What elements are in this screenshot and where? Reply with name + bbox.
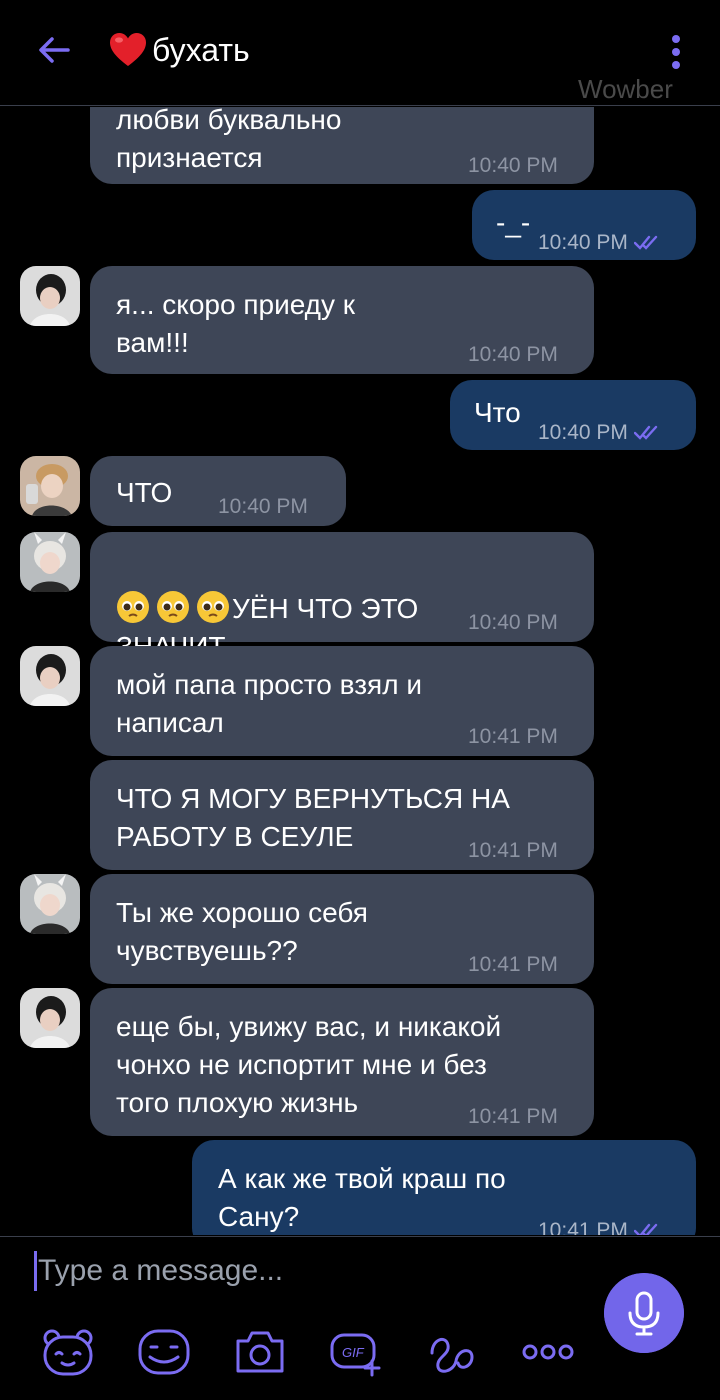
more-vertical-icon[interactable] xyxy=(666,34,686,70)
message-time: 10:40 PM xyxy=(538,414,664,452)
gif-icon[interactable]: GIF xyxy=(328,1327,384,1377)
chat-title[interactable]: бухать xyxy=(108,30,250,70)
message-text: любви буквально признается xyxy=(116,107,342,173)
message-time-text: 10:40 PM xyxy=(538,231,628,254)
message-text: мой папа просто взял и написал xyxy=(116,669,422,738)
watermark: Wowber xyxy=(578,74,673,104)
chat-header: бухать Wowber xyxy=(0,0,720,106)
sticker-bear-icon[interactable] xyxy=(40,1327,96,1377)
message-time: 10:40 PM xyxy=(468,611,558,634)
message-bubble-incoming[interactable]: я... скоро приеду к вам!!! 10:40 PM xyxy=(90,266,594,374)
message-time: 10:41 PM xyxy=(468,725,558,748)
message-text: -_- xyxy=(496,207,531,238)
arrow-left-icon[interactable] xyxy=(34,30,74,70)
avatar[interactable] xyxy=(20,532,80,592)
avatar-image xyxy=(20,266,80,326)
message-text: ЧТО xyxy=(116,477,173,508)
message-bubble-incoming[interactable]: мой папа просто взял и написал 10:41 PM xyxy=(90,646,594,756)
message-time: 10:41 PM xyxy=(468,839,558,862)
message-time: 10:40 PM xyxy=(468,154,558,177)
message-text: Ты же хорошо себя чувствуешь?? xyxy=(116,897,368,966)
text-caret xyxy=(34,1251,37,1291)
avatar-image xyxy=(20,988,80,1048)
message-bubble-incoming[interactable]: ЧТО Я МОГУ ВЕРНУТЬСЯ НА РАБОТУ В СЕУЛЕ 1… xyxy=(90,760,594,870)
message-bubble-incoming[interactable]: еще бы, увижу вас, и никакой чонхо не ис… xyxy=(90,988,594,1136)
avatar-image xyxy=(20,646,80,706)
message-list[interactable]: любви буквально признается 10:40 PM -_- … xyxy=(0,107,720,1235)
message-time: 10:41 PM xyxy=(538,1212,664,1235)
message-text: А как же твой краш по Сану? xyxy=(218,1163,506,1232)
message-bubble-outgoing[interactable]: А как же твой краш по Сану? 10:41 PM xyxy=(192,1140,696,1235)
read-receipt-icon xyxy=(633,235,658,250)
message-time: 10:40 PM xyxy=(468,343,558,366)
message-bubble-incoming[interactable]: любви буквально признается 10:40 PM xyxy=(90,107,594,184)
doodle-icon[interactable] xyxy=(424,1327,480,1377)
emoji-icon[interactable] xyxy=(136,1327,192,1377)
more-horizontal-icon[interactable] xyxy=(520,1327,576,1377)
message-bubble-incoming[interactable]: ЧТО 10:40 PM xyxy=(90,456,346,526)
message-time: 10:40 PM xyxy=(218,495,308,518)
svg-text:GIF: GIF xyxy=(342,1345,365,1360)
message-time-text: 10:40 PM xyxy=(538,421,628,444)
message-time: 10:41 PM xyxy=(468,1105,558,1128)
avatar-image xyxy=(20,532,80,592)
avatar[interactable] xyxy=(20,456,80,516)
avatar[interactable] xyxy=(20,988,80,1048)
message-bubble-outgoing[interactable]: Что 10:40 PM xyxy=(450,380,696,450)
avatar-image xyxy=(20,456,80,516)
message-text: я... скоро приеду к вам!!! xyxy=(116,289,356,358)
message-bubble-outgoing[interactable]: -_- 10:40 PM xyxy=(472,190,696,260)
avatar[interactable] xyxy=(20,266,80,326)
message-bubble-incoming[interactable]: Ты же хорошо себя чувствуешь?? 10:41 PM xyxy=(90,874,594,984)
message-composer: Type a message... GIF xyxy=(0,1236,720,1400)
message-input-placeholder: Type a message... xyxy=(38,1254,284,1287)
message-text: ЧТО Я МОГУ ВЕРНУТЬСЯ НА РАБОТУ В СЕУЛЕ xyxy=(116,783,510,852)
message-text: еще бы, увижу вас, и никакой чонхо не ис… xyxy=(116,1011,502,1118)
avatar[interactable] xyxy=(20,646,80,706)
camera-icon[interactable] xyxy=(232,1327,288,1377)
message-time-text: 10:41 PM xyxy=(538,1219,628,1235)
microphone-icon[interactable] xyxy=(604,1273,684,1353)
message-input[interactable]: Type a message... xyxy=(34,1249,574,1293)
message-time: 10:40 PM xyxy=(538,224,664,262)
message-text: Что xyxy=(474,397,521,428)
read-receipt-icon xyxy=(633,1223,658,1235)
read-receipt-icon xyxy=(633,425,658,440)
avatar[interactable] xyxy=(20,874,80,934)
pleading-face-emoji xyxy=(117,591,229,623)
message-bubble-incoming[interactable]: УЁН ЧТО ЭТО ЗНАЧИТ 10:40 PM xyxy=(90,532,594,662)
chat-title-text: бухать xyxy=(152,31,250,68)
avatar-image xyxy=(20,874,80,934)
red-heart-emoji xyxy=(110,33,146,66)
message-time: 10:41 PM xyxy=(468,953,558,976)
